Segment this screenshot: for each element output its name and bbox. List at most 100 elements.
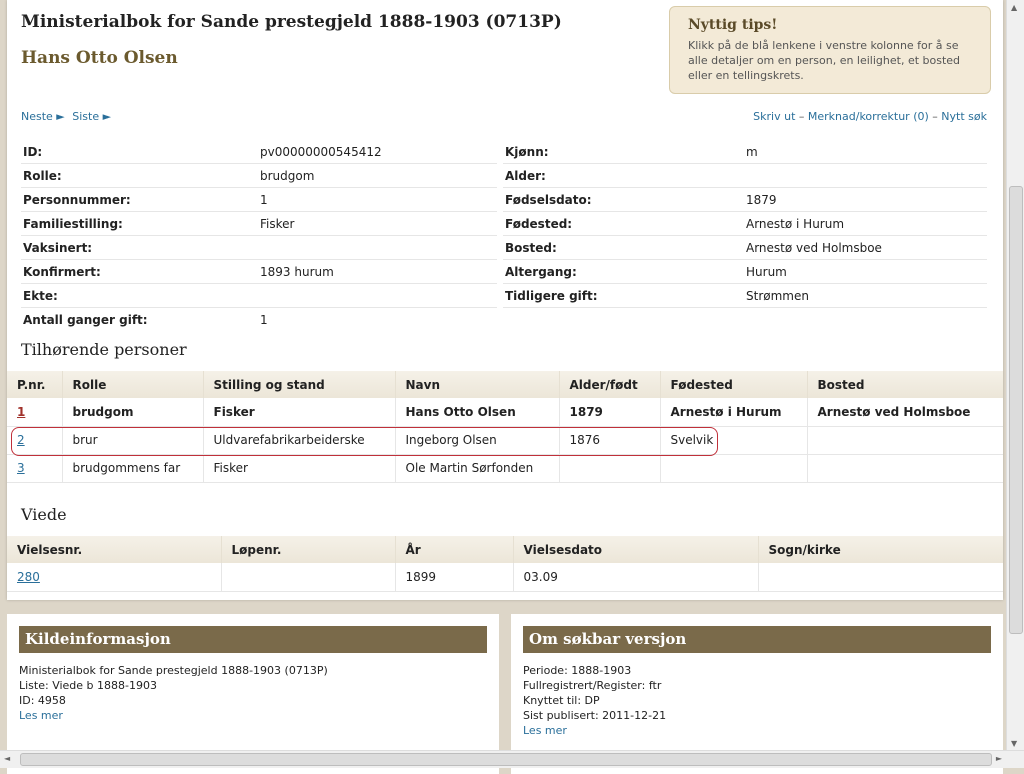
detail-row: Konfirmert: 1893 hurum Altergang: Hurum (21, 260, 987, 284)
detail-label: Vaksinert: (23, 240, 93, 255)
about-version-body: Periode: 1888-1903 Fullregistrert/Registe… (511, 653, 1003, 748)
table-cell: Hans Otto Olsen (394, 398, 559, 427)
table-cell: 1879 (558, 398, 660, 427)
detail-row: Antall ganger gift: 1 (21, 308, 987, 332)
detail-label: Konfirmert: (23, 264, 101, 279)
detail-label: Bosted: (505, 240, 557, 255)
person-details: ID: pv00000000545412 Kjønn: m Rolle: brudgom A… (21, 140, 987, 332)
detail-value: Hurum (746, 264, 787, 279)
table-cell: brudgommens far (61, 454, 203, 483)
column-header: År (394, 536, 513, 563)
scroll-up-icon[interactable]: ▲ (1011, 3, 1017, 12)
detail-label: Tidligere gift: (505, 288, 598, 303)
detail-row: ID: pv00000000545412 Kjønn: m (21, 140, 987, 164)
column-header: Rolle (61, 371, 203, 398)
detail-value: 1 (260, 313, 268, 327)
table-cell: 1876 (558, 426, 660, 455)
last-link[interactable]: Siste ► (72, 110, 111, 123)
horizontal-scrollbar[interactable]: ◄ ► (0, 750, 1024, 768)
detail-row: Vaksinert: Bosted: Arnestø ved Holmsboe (21, 236, 987, 260)
viede-title: Viede (21, 505, 67, 524)
detail-label: Familiestilling: (23, 216, 123, 231)
viede-table: Vielsesnr. Løpenr. År Vielsesdato Sogn/kirke… (7, 536, 1003, 592)
person-number-link[interactable]: 1 (17, 405, 25, 419)
column-header: Bosted (806, 371, 1003, 398)
table-cell: 2 (7, 426, 62, 455)
detail-row: Ekte: Tidligere gift: Strømmen (21, 284, 987, 308)
detail-value: 1893 hurum (260, 264, 334, 279)
detail-label: Ekte: (23, 288, 58, 303)
action-links: Skriv ut – Merknad/korrektur (0) – Nytt … (753, 110, 987, 123)
table-cell: Ole Martin Sørfonden (394, 454, 559, 483)
related-persons-table: P.nr. Rolle Stilling og stand Navn Alder/fød… (7, 371, 1003, 483)
detail-value: 1 (260, 192, 268, 207)
detail-value: Arnestø ved Holmsboe (746, 240, 882, 255)
detail-row: Personnummer: 1 Fødselsdato: 1879 (21, 188, 987, 212)
table-row: 3 brudgommens far Fisker Ole Martin Sørfond… (7, 454, 1003, 483)
print-link[interactable]: Skriv ut (753, 110, 795, 123)
info-line: Fullregistrert/Register: ftr (523, 679, 662, 692)
table-cell: 3 (7, 454, 62, 483)
column-header: Navn (394, 371, 559, 398)
marriage-number-link[interactable]: 280 (17, 570, 40, 584)
person-number-link[interactable]: 3 (17, 461, 25, 475)
detail-value: Strømmen (746, 288, 809, 303)
info-line: Liste: Viede b 1888-1903 (19, 679, 157, 692)
info-line: Sist publisert: 2011-12-21 (523, 709, 667, 722)
main-panel: Ministerialbok for Sande prestegjeld 188… (7, 0, 1003, 600)
detail-value: Arnestø i Hurum (746, 216, 845, 231)
related-persons-title: Tilhørende personer (21, 340, 187, 359)
record-navigation: Neste ► Siste ► (21, 110, 111, 123)
source-info-title: Kildeinformasjon (19, 626, 487, 653)
info-line: ID: 4958 (19, 694, 66, 707)
tips-box: Nyttig tips! Klikk på de blå lenkene i v… (669, 6, 991, 94)
person-name: Hans Otto Olsen (21, 48, 178, 68)
detail-value: pv00000000545412 (260, 144, 382, 159)
detail-label: Altergang: (505, 264, 577, 279)
detail-value: Fisker (260, 216, 295, 231)
horizontal-scroll-thumb[interactable] (20, 753, 992, 766)
source-info-body: Ministerialbok for Sande prestegjeld 188… (7, 653, 499, 733)
detail-value: brudgom (260, 168, 315, 183)
table-cell: Arnestø ved Holmsboe (806, 398, 1003, 427)
new-search-link[interactable]: Nytt søk (941, 110, 987, 123)
info-line: Periode: 1888-1903 (523, 664, 632, 677)
about-version-title: Om søkbar versjon (523, 626, 991, 653)
detail-label: Fødselsdato: (505, 192, 592, 207)
separator: – (932, 110, 938, 123)
vertical-scrollbar[interactable]: ▲ ▼ (1006, 0, 1024, 751)
tips-body: Klikk på de blå lenkene i venstre kolonn… (688, 39, 961, 82)
remark-link[interactable]: Merknad/korrektur (0) (808, 110, 929, 123)
table-cell (757, 563, 1003, 592)
detail-row: Rolle: brudgom Alder: (21, 164, 987, 188)
detail-value: m (746, 144, 758, 159)
column-header: Stilling og stand (202, 371, 395, 398)
scroll-down-icon[interactable]: ▼ (1011, 739, 1017, 748)
column-header: Løpenr. (220, 536, 395, 563)
column-header: Vielsesnr. (7, 536, 221, 563)
table-cell: 280 (7, 563, 221, 592)
table-cell: 03.09 (512, 563, 758, 592)
vertical-scroll-thumb[interactable] (1009, 186, 1023, 634)
table-cell (659, 454, 807, 483)
column-header: P.nr. (7, 371, 62, 398)
detail-label: Fødested: (505, 216, 573, 231)
read-more-link[interactable]: Les mer (523, 724, 567, 737)
table-row: 2 brur Uldvarefabrikarbeiderske Ingeborg Ol… (7, 426, 1003, 455)
table-cell: 1 (7, 398, 62, 427)
column-header: Fødested (659, 371, 807, 398)
table-cell: Uldvarefabrikarbeiderske (202, 426, 395, 455)
person-number-link[interactable]: 2 (17, 433, 25, 447)
read-more-link[interactable]: Les mer (19, 709, 63, 722)
scroll-left-icon[interactable]: ◄ (4, 754, 10, 763)
table-cell: Arnestø i Hurum (659, 398, 807, 427)
table-cell: Ingeborg Olsen (394, 426, 559, 455)
page-title: Ministerialbok for Sande prestegjeld 188… (21, 12, 562, 32)
next-link[interactable]: Neste ► (21, 110, 65, 123)
table-cell: 1899 (394, 563, 513, 592)
info-line: Knyttet til: DP (523, 694, 600, 707)
table-cell: brur (61, 426, 203, 455)
column-header: Alder/født (558, 371, 660, 398)
tips-title: Nyttig tips! (688, 17, 778, 33)
scroll-right-icon[interactable]: ► (996, 754, 1002, 763)
